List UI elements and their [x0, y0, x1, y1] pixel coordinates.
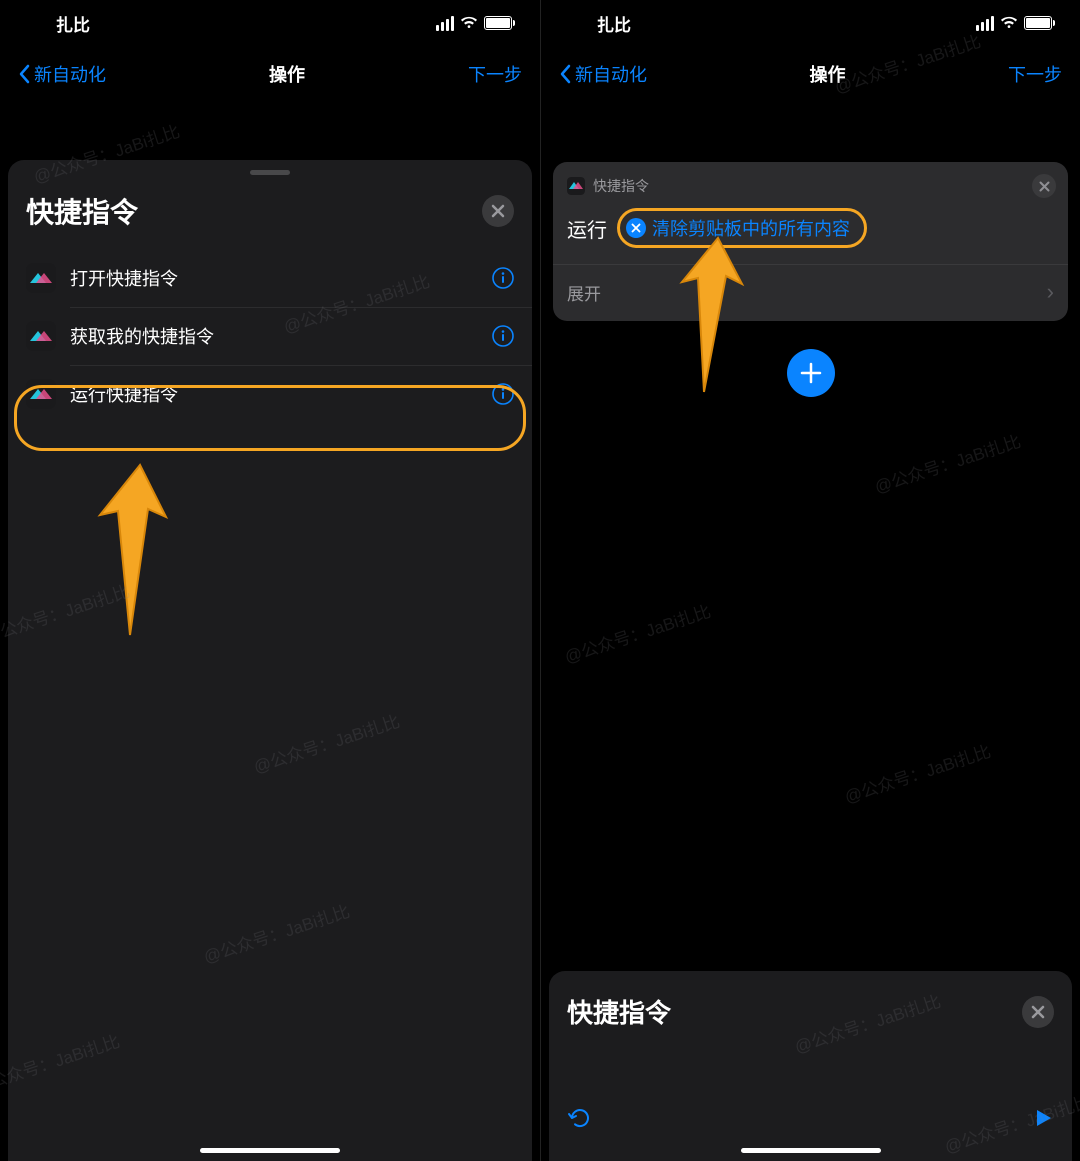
chevron-left-icon [18, 64, 30, 84]
info-icon[interactable] [492, 383, 514, 405]
chevron-left-icon [559, 64, 571, 84]
expand-label: 展开 [567, 280, 601, 305]
next-button[interactable]: 下一步 [468, 61, 522, 87]
wifi-icon [1000, 16, 1018, 30]
back-label: 新自动化 [575, 61, 647, 87]
shortcuts-app-icon [26, 379, 56, 409]
watermark: @公众号：JaBi扎比 [561, 597, 714, 668]
shortcuts-app-icon [567, 177, 585, 195]
row-run-shortcut[interactable]: 运行快捷指令 [8, 365, 532, 423]
row-get-shortcuts[interactable]: 获取我的快捷指令 [8, 307, 532, 365]
undo-icon[interactable] [567, 1105, 593, 1131]
run-line: 运行 清除剪贴板中的所有内容 [567, 196, 1054, 264]
shortcuts-app-icon [26, 321, 56, 351]
add-action-button[interactable] [787, 349, 835, 397]
token-clear-button[interactable] [626, 218, 646, 238]
run-prefix: 运行 [567, 214, 607, 243]
back-button[interactable]: 新自动化 [18, 61, 106, 87]
mini-sheet-title: 快捷指令 [567, 993, 671, 1030]
status-bar: 扎比 [541, 0, 1080, 46]
nav-title: 操作 [269, 61, 305, 87]
phone-left: 扎比 新自动化 操作 下一步 快捷指令 打开快捷指令 获取我 [0, 0, 540, 1161]
phone-right: 扎比 新自动化 操作 下一步 快捷指令 运行 清除剪贴板中 [540, 0, 1080, 1161]
next-button[interactable]: 下一步 [1008, 61, 1062, 87]
nav-title: 操作 [810, 61, 846, 87]
status-right [976, 16, 1052, 31]
close-button[interactable] [482, 195, 514, 227]
shortcuts-mini-sheet: 快捷指令 [549, 971, 1072, 1161]
watermark: @公众号：JaBi扎比 [871, 427, 1024, 498]
signal-icon [436, 16, 454, 31]
shortcuts-app-icon [26, 263, 56, 293]
info-icon[interactable] [492, 267, 514, 289]
action-card: 快捷指令 运行 清除剪贴板中的所有内容 展开 › [553, 162, 1068, 321]
wifi-icon [460, 16, 478, 30]
watermark: @公众号：JaBi扎比 [841, 737, 994, 808]
status-carrier: 扎比 [56, 11, 90, 36]
signal-icon [976, 16, 994, 31]
row-label: 获取我的快捷指令 [70, 323, 478, 349]
play-icon[interactable] [1032, 1107, 1054, 1129]
card-close-button[interactable] [1032, 174, 1056, 198]
battery-icon [484, 16, 512, 30]
expand-row[interactable]: 展开 › [553, 264, 1068, 321]
back-button[interactable]: 新自动化 [559, 61, 647, 87]
nav-bar: 新自动化 操作 下一步 [541, 46, 1080, 102]
status-right [436, 16, 512, 31]
battery-icon [1024, 16, 1052, 30]
info-icon[interactable] [492, 325, 514, 347]
status-carrier: 扎比 [597, 11, 631, 36]
token-text: 清除剪贴板中的所有内容 [652, 215, 850, 241]
shortcuts-sheet: 快捷指令 打开快捷指令 获取我的快捷指令 运行快捷指令 [8, 160, 532, 1161]
close-icon [1039, 181, 1050, 192]
sheet-title: 快捷指令 [26, 191, 138, 231]
close-icon [1031, 1005, 1045, 1019]
shortcut-token[interactable]: 清除剪贴板中的所有内容 [617, 208, 867, 248]
home-indicator[interactable] [200, 1148, 340, 1153]
home-indicator[interactable] [741, 1148, 881, 1153]
chevron-right-icon: › [1047, 279, 1054, 305]
row-label: 打开快捷指令 [70, 265, 478, 291]
plus-icon [800, 362, 822, 384]
card-app-label: 快捷指令 [593, 176, 649, 196]
row-label: 运行快捷指令 [70, 381, 478, 407]
back-label: 新自动化 [34, 61, 106, 87]
close-button[interactable] [1022, 996, 1054, 1028]
close-icon [631, 223, 641, 233]
nav-bar: 新自动化 操作 下一步 [0, 46, 540, 102]
card-header: 快捷指令 [567, 176, 1054, 196]
close-icon [491, 204, 505, 218]
status-bar: 扎比 [0, 0, 540, 46]
row-open-shortcut[interactable]: 打开快捷指令 [8, 249, 532, 307]
sheet-grabber[interactable] [250, 170, 290, 175]
